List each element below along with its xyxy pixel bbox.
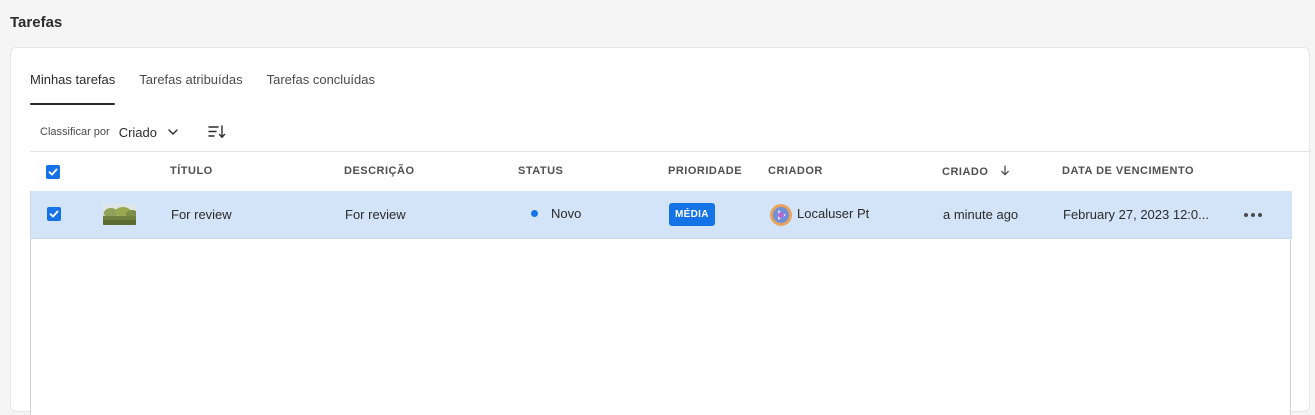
checkmark-icon: [48, 168, 58, 176]
avatar: [770, 204, 792, 226]
more-actions-icon[interactable]: [1243, 211, 1263, 219]
column-header-priority[interactable]: PRIORIDADE: [668, 165, 742, 177]
column-header-title[interactable]: TÍTULO: [170, 165, 213, 177]
column-header-created-wrap[interactable]: CRIADO: [942, 165, 1010, 178]
column-header-creator[interactable]: CRIADOR: [768, 165, 823, 177]
checkmark-icon: [49, 210, 59, 218]
row-checkbox[interactable]: [47, 207, 61, 221]
page-title: Tarefas: [10, 14, 63, 31]
column-header-status[interactable]: STATUS: [518, 165, 563, 177]
column-header-description[interactable]: DESCRIÇÃO: [344, 165, 415, 177]
chevron-down-icon: [168, 129, 178, 135]
sort-selected-value: Criado: [118, 124, 157, 140]
arrow-down-icon: [1001, 165, 1009, 176]
table-body: For review For review Novo MÉDIA Localus…: [30, 191, 1292, 415]
sort-bar: Classificar por Criado: [40, 124, 227, 140]
row-due-date: February 27, 2023 12:0...: [1063, 207, 1209, 222]
tab-tarefas-atribuidas[interactable]: Tarefas atribuídas: [139, 72, 242, 105]
tab-minhas-tarefas[interactable]: Minhas tarefas: [30, 72, 116, 105]
table-header: TÍTULO DESCRIÇÃO STATUS PRIORIDADE CRIAD…: [30, 161, 1311, 183]
tasks-card: Minhas tarefas Tarefas atribuídas Tarefa…: [10, 47, 1311, 415]
status-dot-icon: [531, 210, 538, 217]
row-description: For review: [345, 207, 406, 222]
sort-select[interactable]: Criado: [119, 125, 179, 140]
row-status-label: Novo: [551, 206, 582, 221]
table-divider: [30, 151, 1311, 152]
column-header-created: CRIADO: [942, 166, 989, 178]
row-title[interactable]: For review: [171, 207, 232, 222]
row-creator: Localuser Pt: [797, 206, 870, 221]
tabs: Minhas tarefas Tarefas atribuídas Tarefa…: [30, 72, 399, 105]
table-row[interactable]: For review For review Novo MÉDIA Localus…: [31, 191, 1292, 239]
column-header-due-date[interactable]: DATA DE VENCIMENTO: [1062, 165, 1194, 177]
priority-badge: MÉDIA: [669, 203, 715, 226]
sort-label: Classificar por: [40, 126, 110, 138]
tab-tarefas-concluidas[interactable]: Tarefas concluídas: [267, 72, 375, 105]
asset-thumbnail[interactable]: [103, 204, 136, 225]
row-created: a minute ago: [943, 207, 1019, 222]
row-status: Novo: [531, 206, 581, 221]
select-all-checkbox[interactable]: [46, 165, 60, 179]
sort-order-icon[interactable]: [207, 124, 227, 140]
